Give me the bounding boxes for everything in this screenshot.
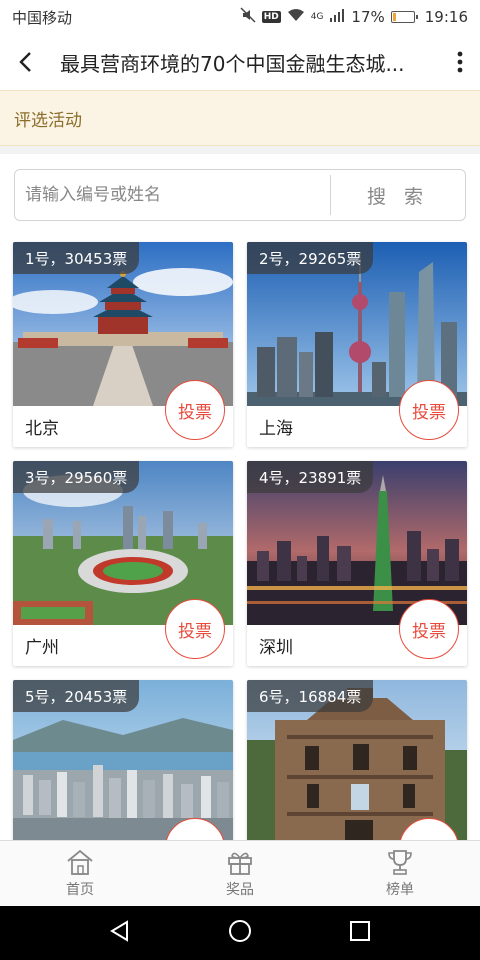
chevron-left-icon — [19, 52, 31, 72]
app-screen: 中国移动 HD 4G 17% 19:16 最具营商环境的70个中国金融生态城..… — [0, 0, 480, 960]
tab-label: 奖品 — [226, 882, 254, 898]
card-city-name: 广州 — [25, 638, 59, 658]
circle-home-icon — [228, 920, 251, 942]
card-rank-badge: 6号，16884票 — [247, 680, 374, 712]
card-rank-badge: 3号，29560票 — [13, 461, 140, 493]
bottom-tab-bar: 首页 奖品 榜单 — [0, 840, 480, 906]
candidate-card-5[interactable]: 5号，20453票 投票 — [13, 680, 233, 840]
candidate-card-beijing[interactable]: 1号，30453票 北京 投票 — [13, 242, 233, 447]
status-bar: 中国移动 HD 4G 17% 19:16 — [0, 0, 480, 34]
card-city-name: 上海 — [259, 419, 293, 439]
tab-home[interactable]: 首页 — [0, 841, 160, 906]
candidate-card-guangzhou[interactable]: 3号，29560票 广州 投票 — [13, 461, 233, 666]
tab-label: 首页 — [66, 882, 94, 898]
gift-icon — [228, 852, 252, 875]
activity-notice: 评选活动 — [0, 90, 480, 146]
vote-button[interactable]: 投票 — [165, 380, 225, 440]
hd-badge: HD — [261, 11, 281, 23]
card-photo-harbour-skyline: 5号，20453票 — [13, 680, 233, 840]
system-nav-bar — [0, 906, 480, 960]
vote-button[interactable]: 投票 — [165, 599, 225, 659]
status-icons: HD 4G 17% 19:16 — [240, 7, 468, 27]
network-type-label: 4G — [310, 12, 324, 22]
trophy-icon — [388, 850, 412, 875]
candidate-card-shenzhen[interactable]: 4号，23891票 深圳 投票 — [247, 461, 467, 666]
home-icon — [67, 849, 93, 875]
vote-button[interactable]: 投票 — [399, 599, 459, 659]
card-rank-badge: 4号，23891票 — [247, 461, 374, 493]
mute-icon — [240, 7, 256, 27]
battery-icon — [390, 11, 418, 23]
vote-button[interactable]: 投票 — [399, 380, 459, 440]
search-button[interactable]: 搜 索 — [331, 170, 465, 220]
card-rank-badge: 2号，29265票 — [247, 242, 374, 274]
tab-prizes[interactable]: 奖品 — [160, 841, 320, 906]
battery-fill — [392, 13, 396, 21]
more-vertical-icon — [457, 51, 463, 73]
square-recents-icon — [350, 921, 371, 941]
clock: 19:16 — [424, 8, 468, 26]
more-menu-button[interactable] — [440, 34, 480, 90]
candidate-card-6[interactable]: 6号，16884票 投票 — [247, 680, 467, 840]
battery-percent: 17% — [351, 8, 385, 26]
page-title: 最具营商环境的70个中国金融生态城... — [60, 51, 405, 76]
nav-home-button[interactable] — [228, 919, 252, 947]
card-rank-badge: 1号，30453票 — [13, 242, 140, 274]
wifi-icon — [287, 8, 305, 26]
nav-back-button[interactable] — [109, 920, 131, 946]
carrier-label: 中国移动 — [12, 8, 73, 27]
card-city-name: 北京 — [25, 419, 59, 439]
main-content[interactable]: 搜 索 — [0, 154, 480, 840]
nav-recents-button[interactable] — [349, 920, 371, 946]
tab-leaderboard[interactable]: 榜单 — [320, 841, 480, 906]
tab-label: 榜单 — [386, 882, 414, 898]
card-photo-ruins-facade: 6号，16884票 — [247, 680, 467, 840]
candidate-card-shanghai[interactable]: 2号，29265票 上海 投票 — [247, 242, 467, 447]
card-city-name: 深圳 — [259, 638, 293, 658]
search-input[interactable] — [15, 170, 330, 220]
card-rank-badge: 5号，20453票 — [13, 680, 140, 712]
signal-icon — [329, 8, 345, 26]
search-bar: 搜 索 — [14, 169, 466, 221]
back-button[interactable] — [0, 34, 50, 90]
triangle-back-icon — [109, 920, 128, 942]
app-bar: 最具营商环境的70个中国金融生态城... — [0, 34, 480, 90]
